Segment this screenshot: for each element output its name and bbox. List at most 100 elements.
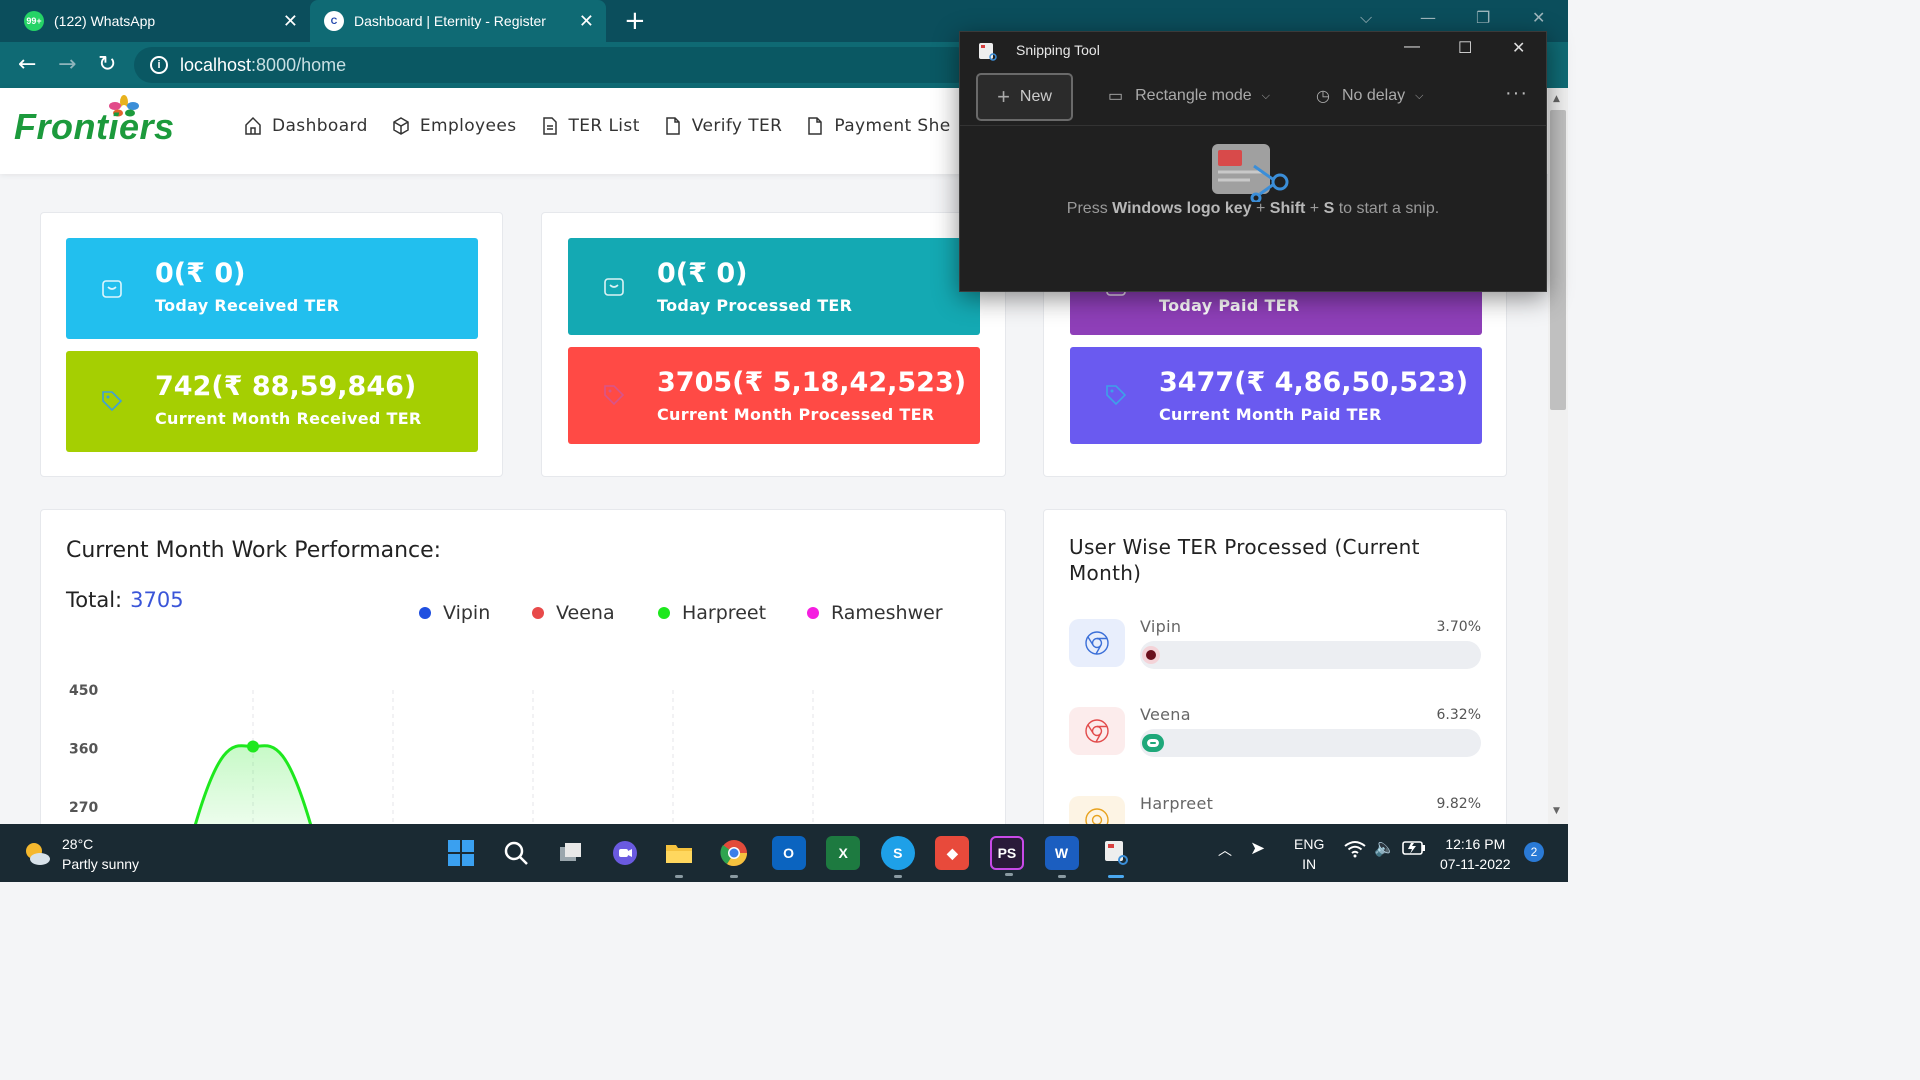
skype-icon[interactable]: S [880,836,915,878]
forward-icon[interactable]: → [58,52,76,77]
close-tab-icon[interactable]: ✕ [283,11,298,32]
total-label: Total: [66,588,123,612]
user-percent: 9.82% [1436,796,1481,812]
site-favicon-icon: C [324,11,344,31]
chrome-icon [1069,796,1125,826]
system-clock[interactable]: 12:16 PM 07-11-2022 [1440,834,1511,874]
divider [960,125,1546,126]
y-tick-label: 450 [69,683,98,699]
restore-icon[interactable]: ❐ [1476,8,1490,27]
minimize-icon[interactable]: — [1420,8,1436,27]
stat-value: 3477(₹ 4,86,50,523) [1159,367,1469,398]
legend-item-harpreet[interactable]: Harpreet [658,602,766,624]
page-scrollbar[interactable]: ▲ ▼ [1548,88,1568,824]
scroll-down-icon[interactable]: ▼ [1553,806,1560,816]
location-icon[interactable]: ➤ [1250,838,1265,859]
scroll-thumb[interactable] [1550,110,1566,410]
chrome-icon[interactable] [717,836,751,878]
user-row-vipin[interactable]: Vipin 3.70% [1069,617,1481,679]
tab-dashboard[interactable]: C Dashboard | Eternity - Register ✕ [310,0,606,42]
battery-icon[interactable] [1402,840,1426,859]
user-name: Harpreet [1140,796,1214,813]
nav-verify-ter[interactable]: Verify TER [664,116,783,136]
month-processed-tile[interactable]: 3705(₹ 5,18,42,523) Current Month Proces… [568,347,980,444]
frontiers-logo[interactable]: Frontiers [14,106,175,148]
back-icon[interactable]: ← [18,52,36,77]
month-paid-tile[interactable]: 3477(₹ 4,86,50,523) Current Month Paid T… [1070,347,1482,444]
legend-dot [532,607,544,619]
minimize-icon[interactable]: — [1404,38,1420,56]
maximize-icon[interactable]: ☐ [1458,38,1472,58]
close-tab-icon[interactable]: ✕ [579,11,594,32]
search-icon[interactable] [499,836,533,870]
teams-chat-icon[interactable] [608,836,642,870]
weather-text: Partly sunny [62,856,140,872]
windows-start-icon[interactable] [444,836,478,870]
hint-text: + [1251,200,1270,217]
hint-key: Windows logo key [1112,200,1252,217]
nav-payment-sheet[interactable]: Payment She [806,116,950,136]
legend-item-rameshwer[interactable]: Rameshwer [807,602,943,624]
user-row-veena[interactable]: Veena 6.32% [1069,705,1481,767]
progress-fill [1142,646,1160,664]
notification-badge[interactable]: 2 [1524,842,1544,862]
excel-icon[interactable]: X [826,836,861,870]
legend-item-vipin[interactable]: Vipin [419,602,490,624]
chart-title: Current Month Work Performance: [66,538,442,563]
close-window-icon[interactable]: ✕ [1532,8,1545,27]
more-options-icon[interactable]: ··· [1505,82,1528,105]
volume-icon[interactable]: 🔈 [1374,838,1395,858]
tab-search-icon[interactable]: ⌵ [1360,8,1372,28]
month-received-tile[interactable]: 742(₹ 88,59,846) Current Month Received … [66,351,478,452]
url-field[interactable]: i localhost:8000/home [134,47,974,83]
user-row-harpreet[interactable]: Harpreet 9.82% [1069,796,1481,826]
tab-whatsapp[interactable]: 99+ (122) WhatsApp ✕ [14,0,310,42]
new-tab-button[interactable]: + [624,6,646,36]
nav-label: Payment She [834,116,951,136]
plus-icon: + [997,84,1010,109]
word-icon[interactable]: W [1044,836,1079,878]
delay-dropdown[interactable]: ◷ No delay ⌵ [1316,86,1423,106]
running-indicator [1004,873,1013,876]
snipping-tool-taskbar-icon[interactable] [1099,836,1133,878]
chart-total: Total: 3705 [66,588,184,612]
mode-dropdown[interactable]: ▭ Rectangle mode ⌵ [1108,86,1270,106]
phpstorm-icon[interactable]: PS [989,836,1024,876]
home-icon [245,116,261,135]
chevron-down-icon: ⌵ [1415,89,1424,102]
y-tick-label: 270 [69,800,98,816]
tab-title: (122) WhatsApp [54,13,156,29]
taskbar-apps: O X S ◆ PS W [444,836,1154,878]
performance-chart[interactable]: 450 360 270 [41,670,1005,838]
show-hidden-icons-icon[interactable]: ︿ [1218,840,1232,860]
snipping-tool-icon [979,43,997,61]
progress-fill [1142,734,1164,752]
nav-dashboard[interactable]: Dashboard [244,116,368,136]
legend-item-veena[interactable]: Veena [532,602,615,624]
data-point-harpreet[interactable] [247,740,259,753]
nav-employees[interactable]: Employees [392,116,517,136]
time: 12:16 PM [1445,836,1506,852]
tag-icon [102,391,123,412]
clock-icon: ◷ [1316,88,1330,105]
legend-dot [658,607,670,619]
file-explorer-icon[interactable] [662,836,696,878]
anydesk-icon[interactable]: ◆ [935,836,970,870]
today-processed-tile[interactable]: 0(₹ 0) Today Processed TER [568,238,980,335]
task-view-icon[interactable] [553,836,587,870]
nav-label: TER List [568,116,640,136]
scroll-up-icon[interactable]: ▲ [1553,94,1560,104]
legend-dot [807,607,819,619]
language-indicator[interactable]: ENG IN [1294,834,1324,874]
today-received-tile[interactable]: 0(₹ 0) Today Received TER [66,238,478,339]
nav-ter-list[interactable]: TER List [541,116,640,136]
close-icon[interactable]: ✕ [1512,38,1525,58]
reload-icon[interactable]: ↻ [98,52,116,77]
stat-value: 3705(₹ 5,18,42,523) [657,367,967,398]
new-snip-button[interactable]: + New [976,73,1073,121]
wifi-icon[interactable] [1344,840,1366,861]
site-info-icon[interactable]: i [150,56,168,74]
outlook-icon[interactable]: O [771,836,806,870]
weather-widget[interactable]: 28°C Partly sunny [22,834,139,874]
stat-label: Today Processed TER [657,296,853,315]
